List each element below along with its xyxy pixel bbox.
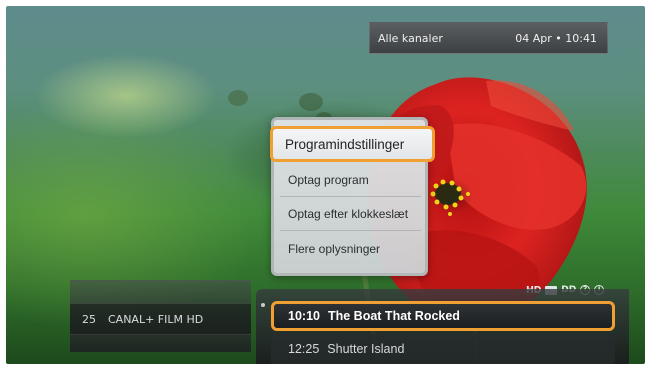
tv-screen: Alle kanaler 04 Apr • 10:41 Programindst… xyxy=(6,6,645,364)
program-title: Shutter Island xyxy=(327,342,405,356)
channel-number: 25 xyxy=(82,312,96,326)
scroll-indicator-icon xyxy=(261,303,265,307)
program-row[interactable]: 12:25 Shutter Island xyxy=(271,334,615,364)
menu-item-label: Optag efter klokkeslæt xyxy=(288,207,409,221)
channel-filter-label: Alle kanaler xyxy=(378,31,443,45)
channel-name: CANAL+ FILM HD xyxy=(108,312,204,326)
channel-row[interactable]: 25 CANAL+ FILM HD xyxy=(70,303,251,335)
program-time: 10:10 xyxy=(288,309,320,323)
info-bar: Alle kanaler 04 Apr • 10:41 xyxy=(369,22,608,54)
date-time-label: 04 Apr • 10:41 xyxy=(515,31,597,45)
menu-item-program-settings[interactable]: Programindstillinger xyxy=(270,126,435,162)
program-row[interactable]: 10:10 The Boat That Rocked xyxy=(271,301,615,331)
menu-item-label: Optag program xyxy=(288,173,369,187)
program-list-panel: 10:10 The Boat That Rocked 12:25 Shutter… xyxy=(256,289,629,364)
menu-item-label: Flere oplysninger xyxy=(288,241,381,256)
program-time: 12:25 xyxy=(288,342,320,356)
context-menu: Programindstillinger Optag program Optag… xyxy=(270,117,435,276)
channel-panel: 25 CANAL+ FILM HD xyxy=(70,280,251,352)
menu-item-label: Programindstillinger xyxy=(285,136,405,152)
menu-item-more-info[interactable]: Flere oplysninger xyxy=(280,232,421,265)
menu-item-record-by-time[interactable]: Optag efter klokkeslæt xyxy=(280,198,421,231)
program-title: The Boat That Rocked xyxy=(327,309,460,323)
menu-item-record-program[interactable]: Optag program xyxy=(280,164,421,197)
